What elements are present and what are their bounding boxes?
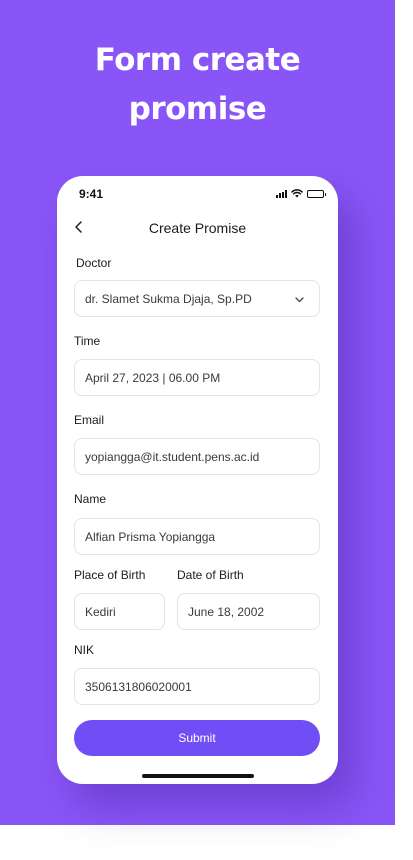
time-label: Time	[74, 334, 101, 348]
headline-line-1: Form create	[94, 42, 301, 78]
date-of-birth-label: Date of Birth	[177, 568, 244, 582]
signal-icon	[276, 189, 287, 198]
name-field[interactable]: Alfian Prisma Yopiangga	[74, 518, 320, 555]
date-of-birth-field[interactable]: June 18, 2002	[177, 593, 320, 630]
headline-line-2: promise	[128, 91, 267, 127]
name-label: Name	[74, 492, 107, 506]
email-label: Email	[74, 413, 105, 427]
battery-icon	[307, 189, 326, 198]
doctor-select-value: dr. Slamet Sukma Djaja, Sp.PD	[85, 291, 252, 306]
doctor-label: Doctor	[76, 256, 112, 270]
phone-mockup: 9:41 Create Promise Doctor dr. Slamet Su…	[57, 176, 338, 784]
status-bar: 9:41	[57, 176, 338, 212]
chevron-down-icon	[294, 294, 305, 305]
email-field-value: yopiangga@it.student.pens.ac.id	[85, 449, 260, 464]
wifi-icon	[291, 189, 303, 198]
place-of-birth-field-value: Kediri	[85, 604, 116, 619]
place-of-birth-label: Place of Birth	[74, 568, 146, 582]
submit-button[interactable]: Submit	[74, 720, 320, 756]
date-of-birth-field-value: June 18, 2002	[188, 604, 265, 619]
nik-label: NIK	[74, 643, 95, 657]
nik-field[interactable]: 3506131806020001	[74, 668, 320, 705]
email-field[interactable]: yopiangga@it.student.pens.ac.id	[74, 438, 320, 475]
status-icons	[276, 189, 326, 198]
time-field[interactable]: April 27, 2023 | 06.00 PM	[74, 359, 320, 396]
name-field-value: Alfian Prisma Yopiangga	[85, 529, 216, 544]
home-indicator	[142, 774, 254, 778]
page-title: Create Promise	[148, 220, 247, 236]
page-headline: Form create promise	[0, 36, 395, 134]
status-time: 9:41	[79, 187, 104, 201]
time-field-value: April 27, 2023 | 06.00 PM	[85, 370, 221, 385]
nik-field-value: 3506131806020001	[85, 679, 192, 694]
nav-bar: Create Promise	[57, 212, 338, 242]
place-of-birth-field[interactable]: Kediri	[74, 593, 165, 630]
doctor-select[interactable]: dr. Slamet Sukma Djaja, Sp.PD	[74, 280, 320, 317]
